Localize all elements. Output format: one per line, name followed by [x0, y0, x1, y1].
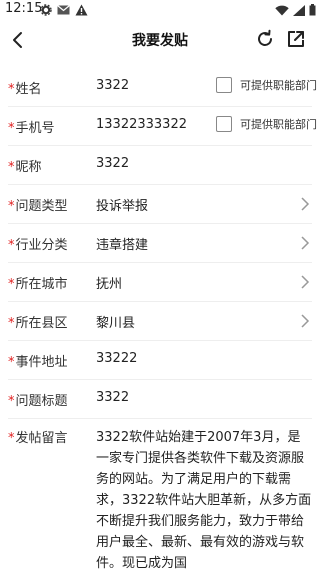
issue-type-label: *问题类型: [8, 199, 68, 214]
nickname-row: *昵称 3322: [8, 146, 312, 185]
city-value[interactable]: 抚州: [96, 273, 122, 292]
name-department-option[interactable]: 可提供职能部门: [216, 77, 317, 93]
issue-type-row[interactable]: *问题类型 投诉举报: [8, 185, 312, 224]
department-checkbox[interactable]: [216, 77, 232, 93]
warning-icon: [75, 4, 88, 16]
status-bar: 12:15: [0, 0, 320, 20]
required-mark: *: [8, 277, 15, 292]
industry-value[interactable]: 违章搭建: [96, 234, 148, 253]
required-mark: *: [8, 431, 15, 446]
city-row[interactable]: *所在城市 抚州: [8, 263, 312, 302]
address-label: *事件地址: [8, 355, 68, 370]
issue-title-input[interactable]: 3322: [96, 390, 129, 405]
phone-input[interactable]: 13322333322: [96, 117, 187, 132]
nickname-label: *昵称: [8, 160, 42, 175]
chevron-right-icon: [301, 197, 310, 211]
required-mark: *: [8, 199, 15, 214]
phone-row: *手机号 13322333322 可提供职能部门: [8, 107, 317, 146]
county-value[interactable]: 黎川县: [96, 312, 135, 331]
mail-icon: [57, 5, 70, 15]
address-row: *事件地址 33222: [8, 341, 312, 380]
name-input[interactable]: 3322: [96, 78, 129, 93]
required-mark: *: [8, 355, 15, 370]
message-row: *发帖留言 3322软件站始建于2007年3月，是一家专门提供各类软件下载及资源…: [8, 419, 312, 571]
nickname-input[interactable]: 3322: [96, 156, 129, 171]
city-label: *所在城市: [8, 277, 68, 292]
chevron-right-icon: [301, 236, 310, 250]
share-icon[interactable]: [286, 29, 306, 49]
chevron-right-icon: [301, 314, 310, 328]
phone-department-option[interactable]: 可提供职能部门: [216, 116, 317, 132]
required-mark: *: [8, 394, 15, 409]
industry-row[interactable]: *行业分类 违章搭建: [8, 224, 312, 263]
required-mark: *: [8, 160, 15, 175]
issue-type-value[interactable]: 投诉举报: [96, 195, 148, 214]
county-label: *所在县区: [8, 316, 68, 331]
signal-icon: [293, 4, 305, 16]
refresh-icon[interactable]: [255, 29, 275, 49]
chevron-right-icon: [301, 275, 310, 289]
status-system-icons: [275, 3, 316, 17]
required-mark: *: [8, 82, 15, 97]
required-mark: *: [8, 316, 15, 331]
post-form: *姓名 3322 可提供职能部门 *手机号 13322333322 可提供职能部…: [0, 68, 320, 571]
address-input[interactable]: 33222: [96, 351, 137, 366]
status-notification-icons: [40, 3, 88, 17]
department-checkbox[interactable]: [216, 116, 232, 132]
wifi-icon: [275, 5, 289, 15]
required-mark: *: [8, 238, 15, 253]
gear-icon: [40, 4, 52, 16]
county-row[interactable]: *所在县区 黎川县: [8, 302, 312, 341]
issue-title-label: *问题标题: [8, 394, 68, 409]
message-textarea[interactable]: 3322软件站始建于2007年3月，是一家专门提供各类软件下载及资源服务的网站。…: [96, 427, 312, 574]
issue-title-row: *问题标题 3322: [8, 380, 312, 419]
message-label: *发帖留言: [8, 431, 68, 446]
industry-label: *行业分类: [8, 238, 68, 253]
nav-header: 我要发贴: [0, 20, 320, 60]
name-row: *姓名 3322 可提供职能部门: [8, 68, 317, 107]
status-time: 12:15: [5, 1, 43, 16]
department-option-label: 可提供职能部门: [240, 118, 317, 131]
battery-icon: [309, 4, 316, 16]
department-option-label: 可提供职能部门: [240, 79, 317, 92]
name-label: *姓名: [8, 82, 42, 97]
phone-label: *手机号: [8, 121, 55, 136]
required-mark: *: [8, 121, 15, 136]
